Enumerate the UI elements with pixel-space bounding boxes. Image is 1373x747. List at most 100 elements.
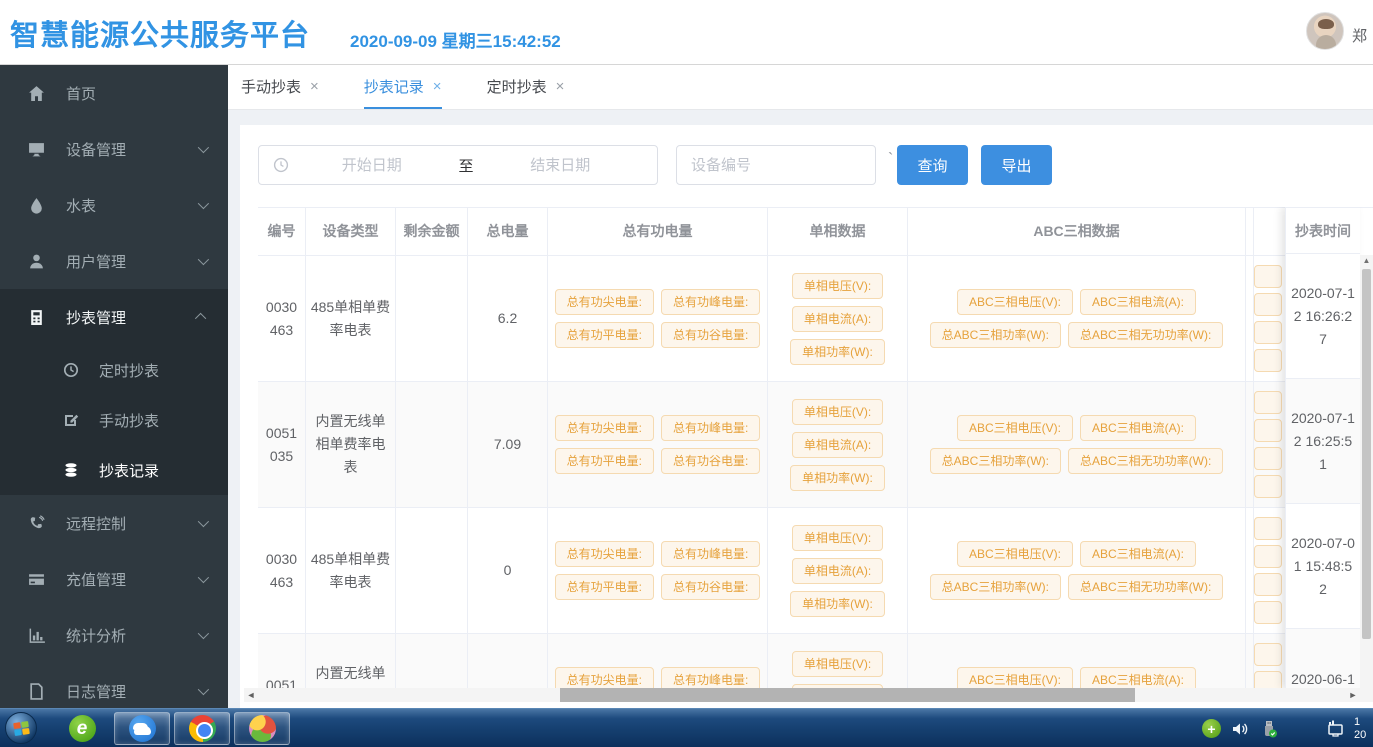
sidebar-item-water-meter[interactable]: 水表 [0,177,228,233]
single-phase-tag[interactable]: 单相功率(W): [790,591,885,617]
taskbar-360-browser[interactable]: e [54,712,110,745]
close-icon[interactable]: × [310,78,319,95]
three-phase-tag[interactable]: 总ABC三相无功功率(W): [1068,322,1223,348]
network-icon[interactable] [1325,719,1345,739]
energy-tag[interactable]: 总有功峰电量: [661,667,760,688]
single-phase-tag[interactable]: 单相电压(V): [792,399,883,425]
taskbar-qq-browser[interactable] [114,712,170,745]
single-phase-tag[interactable]: 单相电压(V): [792,651,883,677]
energy-tag[interactable]: 总有功尖电量: [555,289,654,315]
three-phase-tag[interactable]: 总ABC三相无功功率(W): [1068,448,1223,474]
three-phase-tag[interactable]: ABC三相电压(V): [957,541,1073,567]
usb-device-icon[interactable] [1259,719,1279,739]
close-icon[interactable]: × [556,78,565,95]
scroll-right-arrow[interactable]: ► [1346,690,1360,700]
tab-manual-reading[interactable]: 手动抄表 × [241,65,319,109]
tab-label: 手动抄表 [241,76,301,97]
sidebar-item-statistics[interactable]: 统计分析 [0,607,228,663]
three-phase-tag[interactable]: ABC三相电流(A): [1080,667,1196,688]
user-icon [28,253,45,270]
three-phase-tag[interactable]: ABC三相电流(A): [1080,289,1196,315]
single-phase-tag[interactable]: 单相功率(W): [790,339,885,365]
energy-tag[interactable]: 总有功尖电量: [555,415,654,441]
sidebar-item-label: 远程控制 [66,513,126,534]
safety-plus-icon[interactable]: + [1202,719,1221,738]
three-phase-tag[interactable]: ABC三相电流(A): [1080,415,1196,441]
energy-tag[interactable]: 总有功尖电量: [555,541,654,567]
avatar[interactable] [1306,12,1344,50]
export-button[interactable]: 导出 [981,145,1052,185]
sidebar-item-user-mgmt[interactable]: 用户管理 [0,233,228,289]
file-icon [28,683,45,700]
energy-tag[interactable]: 总有功谷电量: [661,322,760,348]
three-phase-tag[interactable]: 总ABC三相无功功率(W): [1068,574,1223,600]
energy-tag[interactable]: 总有功峰电量: [661,541,760,567]
energy-tag[interactable]: 总有功平电量: [555,448,654,474]
energy-tag[interactable]: 总有功谷电量: [661,574,760,600]
sidebar-item-recharge-mgmt[interactable]: 充值管理 [0,551,228,607]
three-phase-tag[interactable]: ABC三相电流(A): [1080,541,1196,567]
volume-icon[interactable] [1230,719,1250,739]
single-phase-tag[interactable]: 单相电流(A): [792,558,883,584]
cell-read-time: 2020-07-12 16:26:27 [1286,254,1360,379]
three-phase-tag[interactable]: ABC三相电压(V): [957,415,1073,441]
single-phase-tag[interactable]: 单相电流(A): [792,432,883,458]
energy-tag[interactable]: 总有功谷电量: [661,448,760,474]
start-date-input[interactable] [289,157,455,174]
sidebar-item-manual-reading[interactable]: 手动抄表 [0,395,228,445]
three-phase-tag[interactable]: 总ABC三相功率(W): [930,322,1061,348]
energy-tag[interactable]: 总有功平电量: [555,322,654,348]
sidebar-item-remote-control[interactable]: 远程控制 [0,495,228,551]
three-phase-tag[interactable]: ABC三相电压(V): [957,289,1073,315]
energy-tag[interactable]: 总有功峰电量: [661,415,760,441]
sidebar-item-label: 首页 [66,83,96,104]
home-icon [28,85,45,102]
tray-clock[interactable]: 1 20 [1354,716,1371,742]
tab-reading-records[interactable]: 抄表记录 × [364,65,442,109]
single-phase-tag[interactable]: 单相功率(W): [790,465,885,491]
scroll-left-arrow[interactable]: ◄ [244,690,258,700]
sidebar-item-label: 用户管理 [66,251,126,272]
cell-total-energy: 7.09 [468,382,548,507]
clock-icon [63,362,79,378]
end-date-input[interactable] [478,157,644,174]
start-button[interactable] [5,712,37,744]
cell-three-phase: ABC三相电压(V): ABC三相电流(A): 总ABC三相功率(W): 总AB… [908,634,1246,688]
sidebar-item-meter-mgmt[interactable]: 抄表管理 [0,289,228,345]
three-phase-tag[interactable]: 总ABC三相功率(W): [930,448,1061,474]
horizontal-scrollbar-thumb[interactable] [560,688,1135,702]
three-phase-tag[interactable]: ABC三相电压(V): [957,667,1073,688]
username[interactable]: 郑 [1352,25,1373,46]
col-header-device-type: 设备类型 [306,208,396,255]
single-phase-tag[interactable]: 单相电压(V): [792,273,883,299]
cell-single-phase: 单相电压(V): 单相电流(A): 单相功率(W): [768,256,908,381]
close-icon[interactable]: × [433,78,442,95]
tab-scheduled-reading[interactable]: 定时抄表 × [487,65,565,109]
clipped-tag [1254,391,1282,414]
scroll-up-arrow[interactable]: ▲ [1360,255,1373,267]
three-phase-tag[interactable]: 总ABC三相功率(W): [930,574,1061,600]
taskbar-chrome[interactable] [174,712,230,745]
sidebar-item-home[interactable]: 首页 [0,65,228,121]
taskbar-photo-app[interactable] [234,712,290,745]
cell-single-phase: 单相电压(V): 单相电流(A): 单相功率(W): [768,508,908,633]
device-number-input[interactable] [676,145,876,185]
sidebar-item-label: 统计分析 [66,625,126,646]
query-button[interactable]: 查询 [897,145,968,185]
sidebar-item-device-mgmt[interactable]: 设备管理 [0,121,228,177]
cell-device-type: 内置无线单相单费率电表 [306,634,396,688]
clipped-tag [1254,419,1282,442]
energy-tag[interactable]: 总有功峰电量: [661,289,760,315]
date-range-picker[interactable]: 至 [258,145,658,185]
cell-three-phase: ABC三相电压(V): ABC三相电流(A): 总ABC三相功率(W): 总AB… [908,256,1246,381]
sidebar-item-reading-records[interactable]: 抄表记录 [0,445,228,495]
energy-tag[interactable]: 总有功平电量: [555,574,654,600]
cell-device-type: 内置无线单相单费率电表 [306,382,396,507]
energy-tag[interactable]: 总有功尖电量: [555,667,654,688]
single-phase-tag[interactable]: 单相电流(A): [792,306,883,332]
cell-active-energy: 总有功尖电量: 总有功峰电量: 总有功平电量: 总有功谷电量: [548,256,768,381]
sidebar-item-scheduled-reading[interactable]: 定时抄表 [0,345,228,395]
vertical-scrollbar-thumb[interactable] [1362,269,1371,639]
credit-card-icon [28,571,45,588]
single-phase-tag[interactable]: 单相电压(V): [792,525,883,551]
